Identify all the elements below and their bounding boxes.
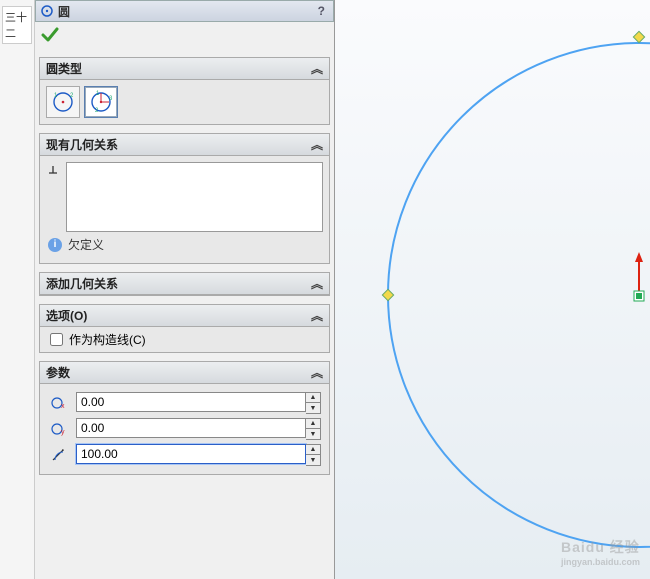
info-icon: i bbox=[48, 238, 62, 252]
section-title: 添加几何关系 bbox=[46, 275, 118, 292]
existing-relations-section: 现有几何关系 ︽ i 欠定义 bbox=[39, 133, 330, 264]
center-x-input[interactable] bbox=[76, 392, 306, 412]
chevron-up-icon: ︽ bbox=[311, 60, 323, 77]
construction-line-label: 作为构造线(C) bbox=[69, 331, 146, 348]
circle-type-section: 圆类型 ︽ 12 1 3 2 bbox=[39, 57, 330, 125]
svg-text:2: 2 bbox=[70, 93, 74, 99]
relations-listbox[interactable] bbox=[66, 162, 323, 232]
perpendicular-icon bbox=[46, 162, 60, 181]
section-title: 圆类型 bbox=[46, 60, 82, 77]
radius-input[interactable] bbox=[76, 444, 306, 464]
svg-text:3: 3 bbox=[109, 96, 113, 102]
watermark-text: Baidu 经验 bbox=[561, 539, 640, 555]
add-relations-section: 添加几何关系 ︽ bbox=[39, 272, 330, 296]
spin-up-button[interactable]: ▲ bbox=[306, 393, 320, 403]
existing-relations-header[interactable]: 现有几何关系 ︽ bbox=[40, 134, 329, 156]
panel-title: 圆 bbox=[58, 3, 70, 20]
confirm-row bbox=[35, 22, 334, 53]
chevron-up-icon: ︽ bbox=[311, 307, 323, 324]
property-manager-panel: 圆 ? 圆类型 ︽ 12 1 3 2 现有几何关系 ︽ bbox=[35, 0, 335, 579]
graphics-viewport[interactable]: Baidu 经验 jingyan.baidu.com bbox=[335, 0, 650, 579]
ok-checkmark-icon[interactable] bbox=[41, 31, 59, 48]
sketch-canvas bbox=[335, 0, 650, 579]
svg-text:x: x bbox=[61, 403, 65, 410]
svg-text:y: y bbox=[61, 429, 65, 436]
center-y-input[interactable] bbox=[76, 418, 306, 438]
definition-status-text: 欠定义 bbox=[68, 236, 104, 253]
watermark-subtext: jingyan.baidu.com bbox=[561, 557, 640, 567]
spin-up-button[interactable]: ▲ bbox=[306, 445, 320, 455]
left-tab-strip: 三十二 bbox=[0, 0, 35, 579]
spin-down-button[interactable]: ▼ bbox=[306, 429, 320, 439]
section-title: 现有几何关系 bbox=[46, 136, 118, 153]
chevron-up-icon: ︽ bbox=[311, 364, 323, 381]
svg-text:1: 1 bbox=[54, 93, 58, 99]
options-section: 选项(O) ︽ 作为构造线(C) bbox=[39, 304, 330, 353]
watermark: Baidu 经验 jingyan.baidu.com bbox=[561, 537, 640, 567]
construction-line-checkbox[interactable] bbox=[50, 333, 63, 346]
help-button[interactable]: ? bbox=[314, 4, 329, 18]
section-title: 选项(O) bbox=[46, 307, 87, 324]
circle-3point-button[interactable]: 132 bbox=[84, 86, 118, 118]
spin-up-button[interactable]: ▲ bbox=[306, 419, 320, 429]
center-x-icon: x bbox=[48, 394, 70, 412]
center-y-icon: y bbox=[48, 420, 70, 438]
definition-status-row: i 欠定义 bbox=[46, 232, 323, 257]
section-title: 参数 bbox=[46, 364, 70, 381]
add-relations-header[interactable]: 添加几何关系 ︽ bbox=[40, 273, 329, 295]
parameters-section: 参数 ︽ x ▲▼ y ▲▼ ▲ bbox=[39, 361, 330, 475]
chevron-up-icon: ︽ bbox=[311, 275, 323, 292]
parameters-header[interactable]: 参数 ︽ bbox=[40, 362, 329, 384]
options-header[interactable]: 选项(O) ︽ bbox=[40, 305, 329, 327]
spin-down-button[interactable]: ▼ bbox=[306, 403, 320, 413]
chevron-up-icon: ︽ bbox=[311, 136, 323, 153]
tree-tab[interactable]: 三十二 bbox=[2, 6, 32, 44]
circle-type-header[interactable]: 圆类型 ︽ bbox=[40, 58, 329, 80]
spin-down-button[interactable]: ▼ bbox=[306, 455, 320, 465]
radius-icon bbox=[48, 446, 70, 464]
panel-header: 圆 ? bbox=[35, 0, 334, 22]
circle-icon bbox=[40, 4, 54, 18]
circle-center-radius-button[interactable]: 12 bbox=[46, 86, 80, 118]
svg-text:1: 1 bbox=[96, 91, 100, 97]
